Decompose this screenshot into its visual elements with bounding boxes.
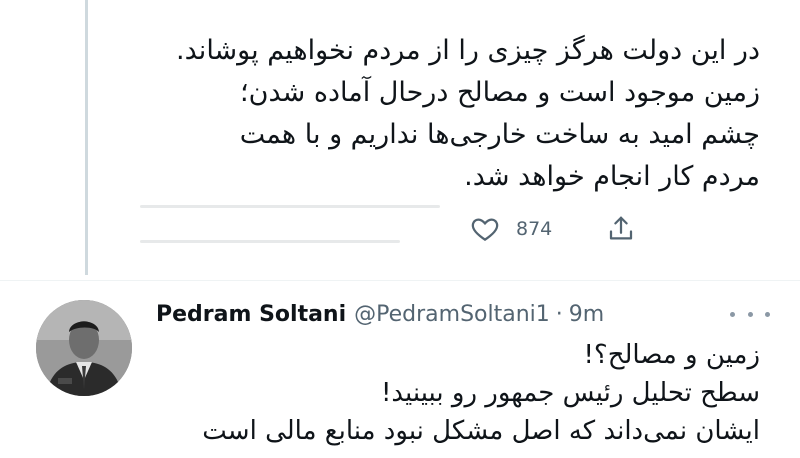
redacted-smudge: [140, 205, 440, 208]
header-separator: ·: [555, 301, 563, 327]
thread-connector-line: [85, 0, 88, 275]
share-button[interactable]: [606, 214, 636, 244]
tweet-divider: [0, 280, 800, 281]
quoted-tweet-line: زمین موجود است و مصالح درحال آماده شدن؛: [240, 77, 760, 108]
tweet-timestamp[interactable]: 9m: [569, 302, 604, 327]
reply-tweet-line: ایشان نمی‌داند که اصل مشکل نبود منابع ما…: [202, 416, 760, 446]
tweet-actions: 874: [470, 209, 636, 249]
heart-outline-icon: [470, 214, 500, 244]
reply-tweet-line: زمین و مصالح؟!: [583, 340, 760, 370]
quoted-tweet-text: در این دولت هرگز چیزی را از مردم نخواهیم…: [120, 30, 760, 198]
like-count: 874: [516, 218, 553, 240]
quoted-tweet-line: چشم امید به ساخت خارجی‌ها نداریم و با هم…: [239, 119, 760, 150]
author-handle[interactable]: @PedramSoltani1: [354, 302, 550, 327]
redacted-smudge: [140, 240, 400, 243]
more-dots-icon[interactable]: [730, 302, 770, 326]
author-name[interactable]: Pedram Soltani: [156, 302, 346, 327]
quoted-tweet-line: مردم کار انجام خواهد شد.: [464, 161, 760, 192]
like-button[interactable]: 874: [470, 214, 552, 244]
reply-tweet-text: زمین و مصالح؟! سطح تحلیل رئیس جمهور رو ب…: [150, 336, 760, 450]
quoted-tweet-line: در این دولت هرگز چیزی را از مردم نخواهیم…: [176, 35, 760, 66]
avatar[interactable]: [36, 300, 132, 396]
share-upload-icon: [606, 214, 636, 244]
reply-tweet-line: سطح تحلیل رئیس جمهور رو ببینید!: [380, 378, 760, 408]
reply-tweet-header: Pedram Soltani @PedramSoltani1 · 9m: [156, 296, 604, 332]
